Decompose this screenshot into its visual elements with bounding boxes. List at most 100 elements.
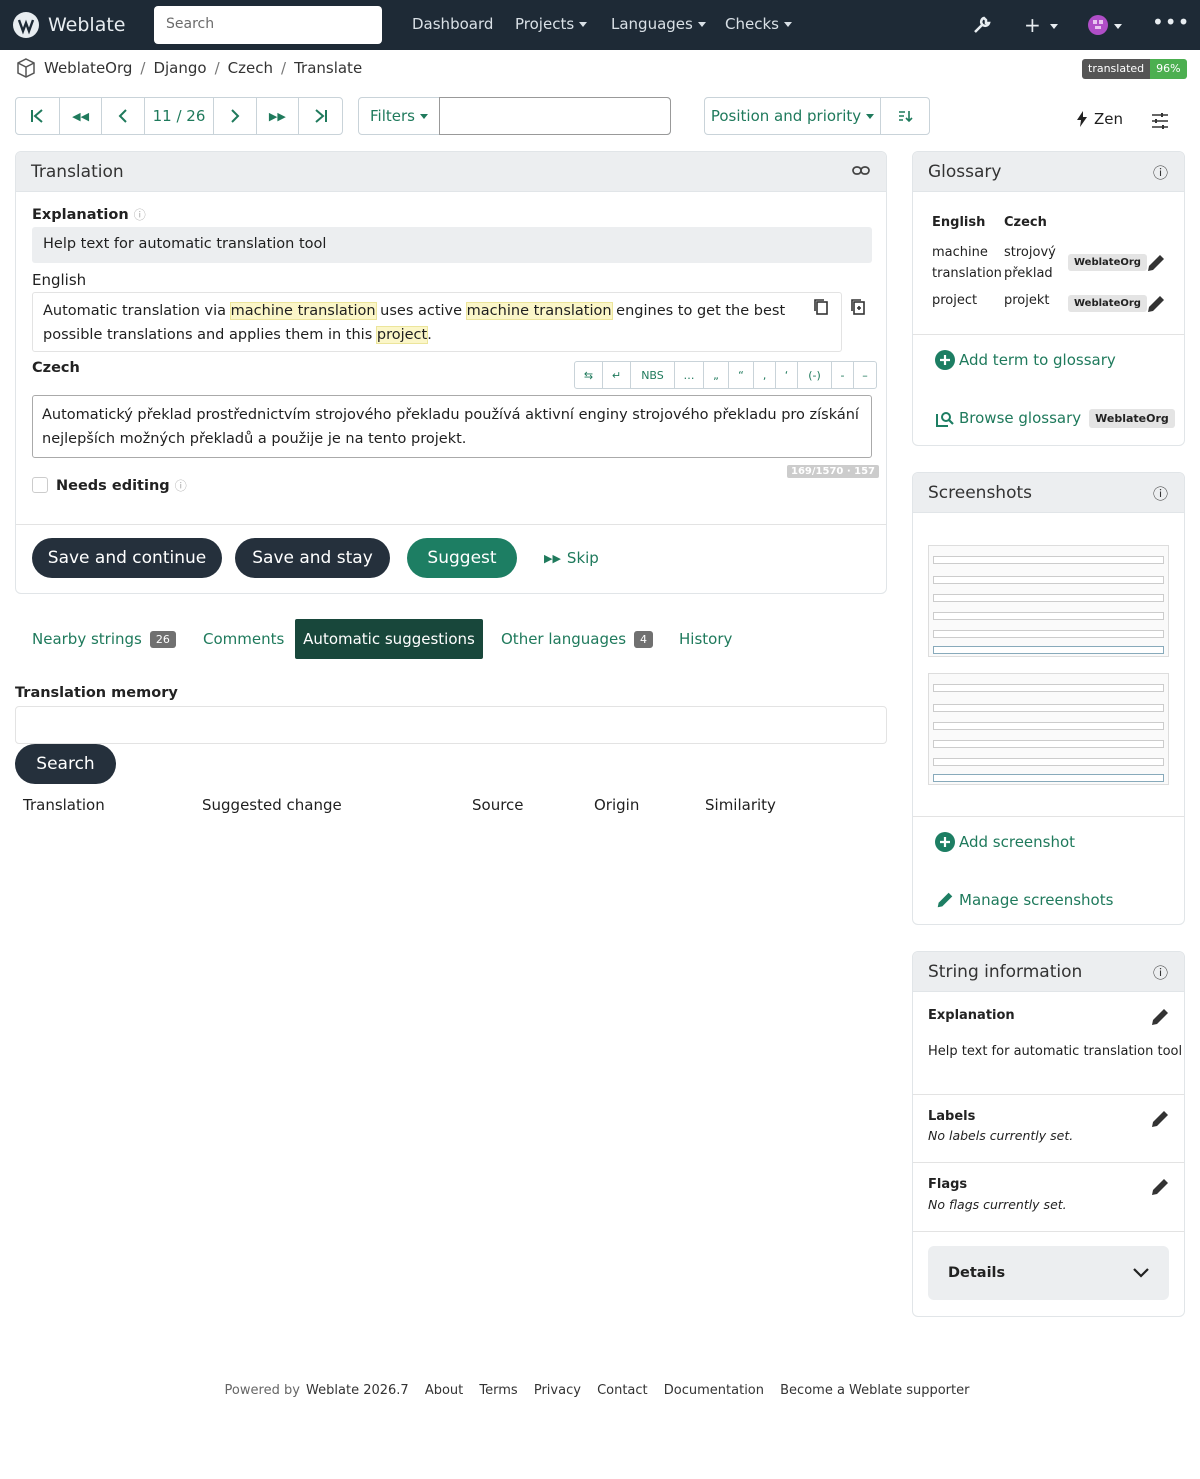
- tab-history[interactable]: History: [679, 619, 732, 659]
- needs-editing-checkbox[interactable]: [32, 477, 48, 493]
- footer-link-privacy[interactable]: Privacy: [534, 1383, 581, 1398]
- tab-automatic-suggestions[interactable]: Automatic suggestions: [295, 619, 483, 659]
- tab-other-languages[interactable]: Other languages 4: [501, 619, 654, 659]
- crumb-org[interactable]: WeblateOrg: [44, 59, 132, 77]
- insert-char-button[interactable]: NBS: [631, 362, 675, 388]
- glossary-highlight[interactable]: machine translation: [465, 302, 613, 320]
- help-icon[interactable]: ⓘ: [1153, 483, 1168, 504]
- memory-search-button[interactable]: Search: [15, 744, 116, 784]
- user-menu[interactable]: [1088, 15, 1122, 39]
- footer-link-terms[interactable]: Terms: [479, 1383, 517, 1398]
- explanation-heading: Explanation ⓘ: [32, 206, 146, 223]
- save-and-continue-button[interactable]: Save and continue: [32, 538, 222, 578]
- column-header-suggested-change: Suggested change: [202, 796, 342, 814]
- insert-char-button[interactable]: ↵: [603, 362, 631, 388]
- sort-label: Position and priority: [710, 107, 862, 125]
- next-page-button[interactable]: ▶▶: [257, 98, 300, 134]
- add-term-label: Add term to glossary: [959, 351, 1116, 369]
- insert-char-button[interactable]: …: [675, 362, 704, 388]
- pencil-icon[interactable]: [1149, 1108, 1171, 1130]
- sort-direction-button[interactable]: [881, 98, 929, 134]
- avatar: [1088, 15, 1108, 35]
- insert-char-button[interactable]: ‘: [776, 362, 798, 388]
- string-info-title: String information: [928, 962, 1083, 982]
- search-input[interactable]: Search: [154, 6, 382, 44]
- glossary-highlight[interactable]: project: [375, 326, 429, 344]
- zen-button[interactable]: Zen: [1076, 110, 1123, 128]
- string-info-header: String information ⓘ: [913, 952, 1184, 992]
- skip-label: Skip: [566, 549, 599, 567]
- screenshot-thumbnail[interactable]: [928, 673, 1169, 785]
- skip-button[interactable]: ▶▶ Skip: [544, 549, 599, 567]
- crumb-project[interactable]: Django: [153, 59, 206, 77]
- next-button[interactable]: [214, 98, 257, 134]
- screenshot-thumbnail[interactable]: [928, 545, 1169, 657]
- pencil-icon[interactable]: [1149, 1006, 1171, 1028]
- crumb-language[interactable]: Czech: [228, 59, 273, 77]
- save-and-stay-button[interactable]: Save and stay: [235, 538, 390, 578]
- add-term-link[interactable]: Add term to glossary: [935, 350, 1116, 370]
- insert-char-button[interactable]: –: [854, 362, 876, 388]
- tab-comments[interactable]: Comments: [203, 619, 284, 659]
- flags-label: Flags: [928, 1177, 968, 1192]
- details-accordion[interactable]: Details: [928, 1246, 1169, 1300]
- footer-link-documentation[interactable]: Documentation: [664, 1383, 764, 1398]
- pencil-icon[interactable]: [1145, 252, 1167, 274]
- nav-checks[interactable]: Checks: [725, 15, 792, 33]
- settings-sliders-icon[interactable]: [1151, 112, 1169, 130]
- nav-projects[interactable]: Projects: [515, 15, 588, 33]
- status-badge[interactable]: translated 96%: [1082, 59, 1187, 79]
- pencil-icon[interactable]: [1149, 1176, 1171, 1198]
- link-icon[interactable]: [852, 164, 870, 178]
- manage-screenshots-link[interactable]: Manage screenshots: [935, 890, 1113, 910]
- add-screenshot-link[interactable]: Add screenshot: [935, 832, 1075, 852]
- source-text: Automatic translation via machine transl…: [32, 292, 842, 352]
- pencil-icon[interactable]: [1145, 293, 1167, 315]
- copy-icon[interactable]: [813, 298, 829, 316]
- insert-char-button[interactable]: (-): [798, 362, 832, 388]
- filter-query-input[interactable]: [439, 97, 671, 135]
- filters-dropdown[interactable]: Filters: [359, 98, 440, 134]
- screenshots-title: Screenshots: [928, 483, 1033, 503]
- footer-link-about[interactable]: About: [425, 1383, 463, 1398]
- previous-button[interactable]: [102, 98, 146, 134]
- insert-char-button[interactable]: „: [704, 362, 729, 388]
- more-menu-icon[interactable]: •••: [1152, 10, 1190, 34]
- browse-glossary-link[interactable]: Browse glossary WeblateOrg: [935, 408, 1175, 428]
- wrench-icon[interactable]: [972, 15, 992, 35]
- glossary-term-cs[interactable]: strojový překlad: [1004, 242, 1064, 284]
- translation-panel-title: Translation: [31, 162, 124, 182]
- glossary-col-english: English: [932, 215, 986, 230]
- glossary-highlight[interactable]: machine translation: [229, 302, 377, 320]
- footer-weblate-link[interactable]: Weblate 2026.7: [306, 1383, 409, 1398]
- glossary-header: Glossary ⓘ: [913, 152, 1184, 192]
- last-string-button[interactable]: [299, 98, 342, 134]
- status-badge-value: 96%: [1150, 59, 1187, 79]
- suggest-button[interactable]: Suggest: [407, 538, 517, 578]
- pencil-icon: [937, 892, 953, 908]
- divider: [913, 816, 1184, 817]
- help-icon[interactable]: ⓘ: [1153, 962, 1168, 983]
- sort-dropdown[interactable]: Position and priority: [705, 98, 881, 134]
- screenshots-panel: Screenshots ⓘ Add screenshot Manage scree…: [912, 472, 1185, 925]
- insert-char-button[interactable]: ‚: [754, 362, 776, 388]
- nav-languages[interactable]: Languages: [611, 15, 706, 33]
- insert-char-button[interactable]: ⇆: [575, 362, 603, 388]
- first-string-button[interactable]: [16, 98, 60, 134]
- nav-dashboard[interactable]: Dashboard: [412, 15, 493, 33]
- chevron-right-icon: [230, 109, 240, 123]
- footer-link-supporter[interactable]: Become a Weblate supporter: [780, 1383, 969, 1398]
- insert-char-button[interactable]: -: [832, 362, 854, 388]
- translation-textarea[interactable]: Automatický překlad prostřednictvím stro…: [32, 395, 872, 458]
- footer-link-contact[interactable]: Contact: [597, 1383, 648, 1398]
- glossary-term-cs[interactable]: projekt: [1004, 293, 1050, 308]
- memory-search-input[interactable]: [15, 706, 887, 744]
- brand[interactable]: Weblate: [12, 11, 125, 39]
- help-icon[interactable]: ⓘ: [1153, 162, 1168, 183]
- tab-nearby-strings[interactable]: Nearby strings 26: [32, 619, 176, 659]
- clone-to-translation-icon[interactable]: [850, 298, 866, 316]
- insert-char-button[interactable]: “: [729, 362, 754, 388]
- info-explanation-label: Explanation: [928, 1008, 1015, 1023]
- previous-page-button[interactable]: ◀◀: [60, 98, 103, 134]
- add-menu-icon[interactable]: +: [1024, 13, 1058, 37]
